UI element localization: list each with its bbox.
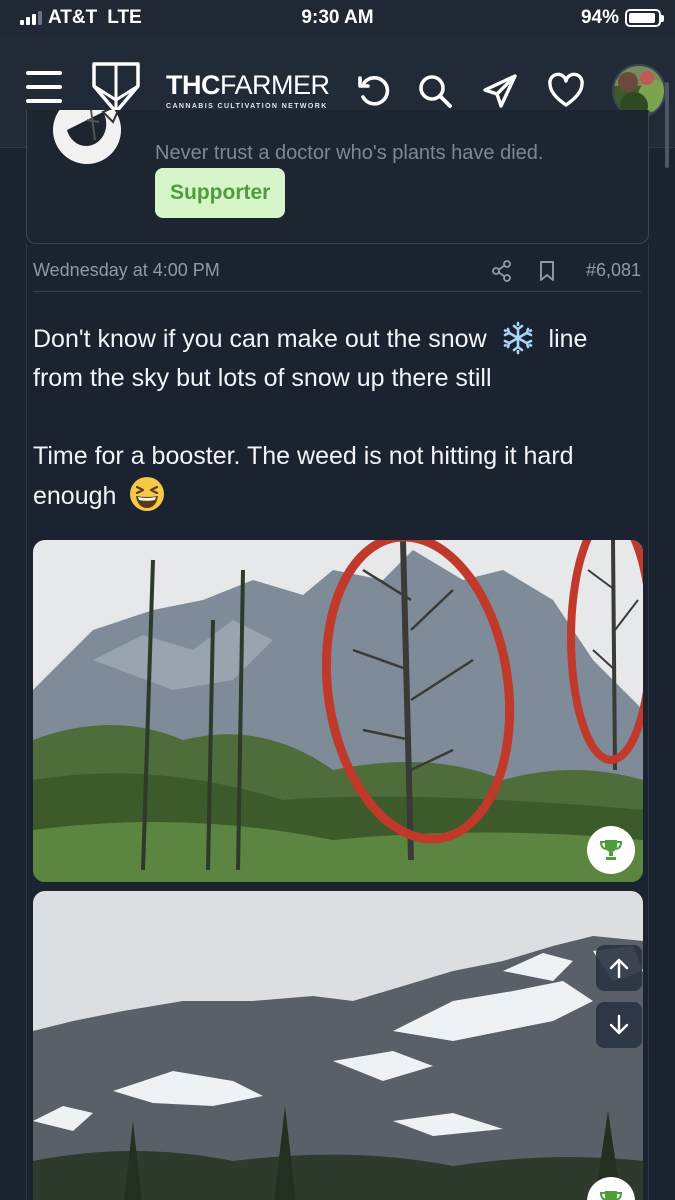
trophy-icon: [599, 840, 623, 860]
menu-icon[interactable]: [26, 71, 62, 103]
status-bar: AT&T LTE 9:30 AM 94%: [0, 0, 675, 36]
page-scrollbar[interactable]: [665, 82, 669, 168]
post-number[interactable]: #6,081: [586, 260, 641, 281]
brand[interactable]: THCFARMER CANNABIS CULTIVATION NETWORK: [166, 70, 330, 110]
user-signature: Never trust a doctor who's plants have d…: [155, 142, 544, 164]
send-icon[interactable]: [481, 72, 519, 110]
post-image-2[interactable]: [33, 891, 643, 1200]
battery-percent: 94%: [580, 7, 619, 28]
post-meta: Wednesday at 4:00 PM #6,081: [33, 260, 641, 292]
laughing-emoji: [130, 477, 165, 511]
trophy-icon: [599, 1191, 623, 1200]
scroll-down-button[interactable]: [596, 1002, 642, 1048]
arrow-up-icon: [609, 958, 629, 979]
forum-post: Wednesday at 4:00 PM #6,081 Don't know i…: [26, 244, 649, 1200]
post-paragraph-2: Time for a booster. The weed is not hitt…: [33, 442, 574, 511]
brand-name: THCFARMER: [166, 70, 330, 100]
post-paragraph-1: Don't know if you can make out the snow …: [33, 320, 633, 398]
search-icon[interactable]: [416, 72, 454, 110]
previous-post-footer: Never trust a doctor who's plants have d…: [26, 110, 649, 244]
heart-icon[interactable]: [547, 72, 585, 110]
bookmark-icon[interactable]: [536, 260, 558, 282]
refresh-icon[interactable]: [355, 72, 393, 110]
arrow-down-icon: [609, 1014, 629, 1035]
share-icon[interactable]: [491, 260, 513, 282]
supporter-badge[interactable]: Supporter: [155, 168, 286, 218]
brand-tagline: CANNABIS CULTIVATION NETWORK: [166, 103, 328, 110]
battery-status: 94%: [580, 7, 664, 29]
trophy-button[interactable]: [587, 826, 635, 874]
snowflake-emoji: [499, 320, 536, 356]
logo-icon[interactable]: [90, 60, 142, 116]
battery-icon: [625, 9, 664, 27]
post-image-1[interactable]: [33, 540, 643, 882]
status-time: 9:30 AM: [301, 7, 374, 28]
post-body: Don't know if you can make out the snow …: [33, 320, 633, 555]
post-date[interactable]: Wednesday at 4:00 PM: [33, 260, 220, 281]
author-avatar[interactable]: [51, 110, 127, 184]
scroll-up-button[interactable]: [596, 945, 642, 991]
